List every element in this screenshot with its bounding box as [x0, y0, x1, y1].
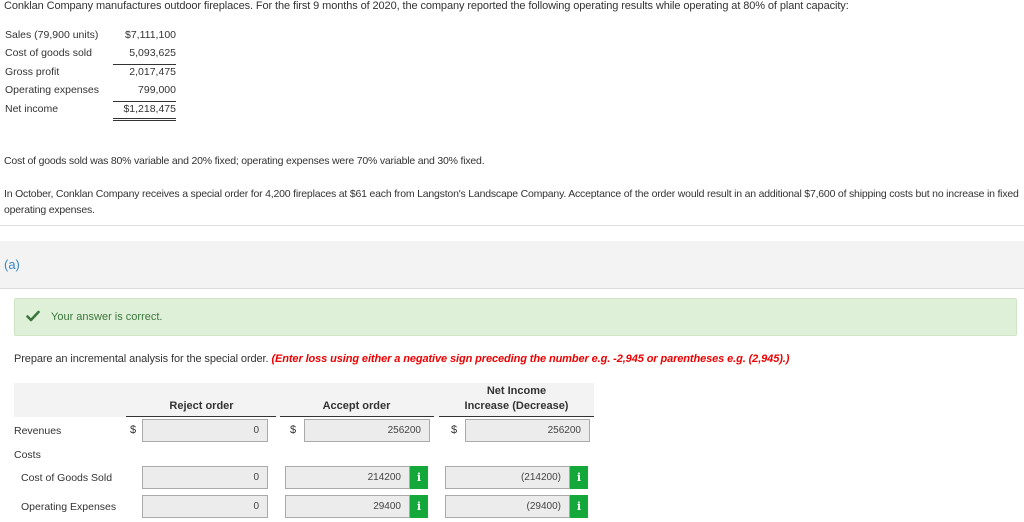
- income-value: $7,111,100: [125, 29, 176, 41]
- revenues-reject-input[interactable]: 0: [142, 419, 268, 442]
- col-header-net-income: Net Income: [486, 385, 547, 397]
- part-label: (a): [4, 257, 20, 272]
- col-header-accept: Accept order: [322, 400, 391, 412]
- cost-behavior-note: Cost of goods sold was 80% variable and …: [4, 155, 485, 167]
- col-underline: [126, 416, 276, 417]
- row-label-opex: Operating Expenses: [21, 501, 117, 513]
- opex-accept-input[interactable]: 29400: [285, 495, 410, 518]
- info-icon[interactable]: i: [410, 466, 428, 489]
- opex-net-input[interactable]: (29400): [445, 495, 570, 518]
- info-icon[interactable]: i: [410, 495, 428, 518]
- income-label: Operating expenses: [5, 84, 99, 96]
- revenues-net-input[interactable]: 256200: [465, 419, 590, 442]
- income-value: $1,218,475: [113, 103, 176, 121]
- col-underline: [280, 416, 434, 417]
- row-label-costs: Costs: [14, 449, 41, 461]
- income-value: 2,017,475: [129, 66, 176, 78]
- info-icon[interactable]: i: [570, 466, 588, 489]
- feedback-box: [14, 298, 1017, 336]
- opex-reject-input[interactable]: 0: [142, 495, 268, 518]
- cogs-accept-input[interactable]: 214200: [285, 466, 410, 489]
- prompt-text: Prepare an incremental analysis for the …: [14, 353, 269, 365]
- problem-intro: Conklan Company manufactures outdoor fir…: [4, 0, 849, 12]
- income-label: Net income: [5, 103, 59, 115]
- currency-symbol: $: [130, 424, 137, 436]
- col-underline: [439, 416, 594, 417]
- income-value: 799,000: [113, 84, 176, 102]
- currency-symbol: $: [451, 424, 458, 436]
- income-label: Gross profit: [5, 66, 60, 78]
- section-divider: [0, 225, 1024, 226]
- checkmark-icon: [26, 310, 40, 322]
- col-header-increase-decrease: Increase (Decrease): [464, 400, 569, 412]
- prompt-instruction: (Enter loss using either a negative sign…: [271, 353, 790, 365]
- revenues-accept-input[interactable]: 256200: [304, 419, 430, 442]
- info-icon[interactable]: i: [570, 495, 588, 518]
- row-label-revenues: Revenues: [14, 425, 62, 437]
- currency-symbol: $: [290, 424, 297, 436]
- question-prompt: Prepare an incremental analysis for the …: [14, 353, 789, 365]
- part-header: [0, 241, 1024, 289]
- cogs-reject-input[interactable]: 0: [142, 466, 268, 489]
- cogs-net-input[interactable]: (214200): [445, 466, 570, 489]
- feedback-text: Your answer is correct.: [51, 311, 163, 323]
- row-label-cogs: Cost of Goods Sold: [21, 472, 113, 484]
- income-label: Sales (79,900 units): [5, 29, 99, 41]
- special-order-note: In October, Conklan Company receives a s…: [4, 188, 1019, 216]
- income-label: Cost of goods sold: [5, 47, 92, 59]
- income-value: 5,093,625: [113, 47, 176, 65]
- col-header-reject: Reject order: [169, 400, 234, 412]
